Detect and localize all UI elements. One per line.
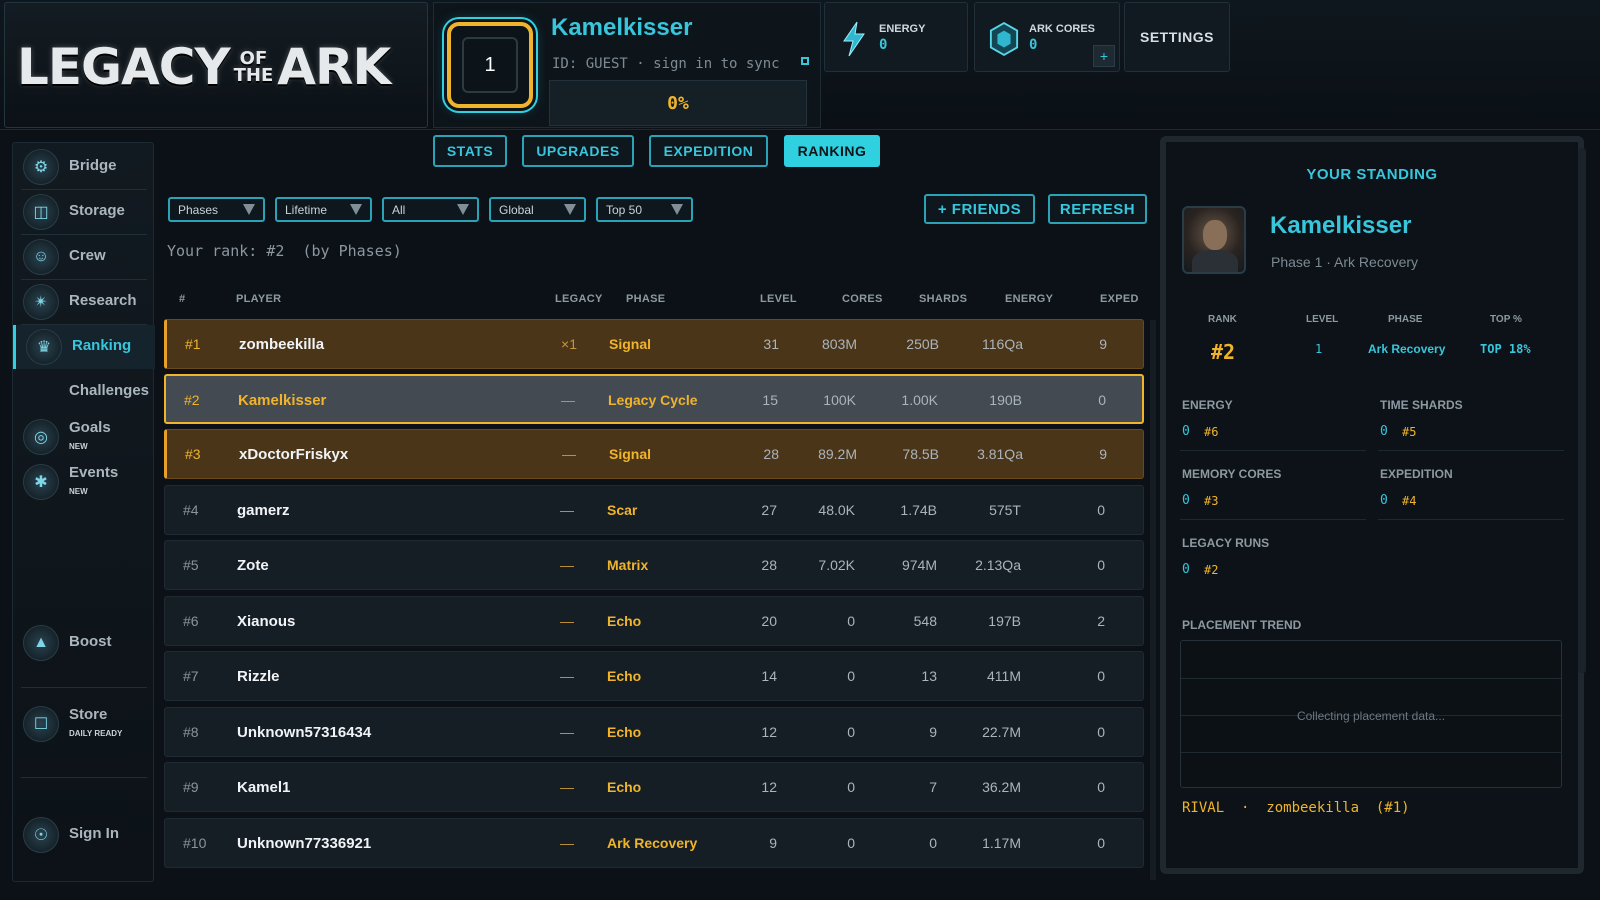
chevron-down-icon [243,204,255,215]
storage-icon: ◫ [23,194,59,230]
placement-trend-label: PLACEMENT TREND [1182,618,1302,632]
panel-scrollbar[interactable] [1578,148,1586,673]
logo-panel: LEGACY OF THE ARK [4,2,428,128]
table-row[interactable]: #8 Unknown57316434 — Echo 12 0 9 22.7M 0 [164,707,1144,757]
table-scrollbar[interactable] [1150,320,1156,880]
header-rank: # [179,293,186,305]
level-badge: 1 [447,22,533,108]
table-row[interactable]: #7 Rizzle — Echo 14 0 13 411M 0 [164,651,1144,701]
standing-subtitle: Phase 1 · Ark Recovery [1271,254,1419,270]
chevron-down-icon [457,204,469,215]
standing-phase: Ark Recovery [1368,342,1446,356]
stat-time-shards-label: TIME SHARDS [1380,398,1463,412]
rank-summary: Your rank: #2 (by Phases) [167,242,402,260]
events-icon: ✱ [23,464,59,500]
header-phase: PHASE [626,293,666,305]
table-row[interactable]: #4 gamerz — Scar 27 48.0K 1.74B 575T 0 [164,485,1144,535]
research-icon: ✴ [23,284,59,320]
sidebar-item-ranking[interactable]: ♛ Ranking [13,325,155,369]
chevron-down-icon [564,204,576,215]
refresh-button[interactable]: REFRESH [1048,194,1147,224]
sidebar-item-storage[interactable]: ◫ Storage [13,190,155,234]
table-row[interactable]: #5 Zote — Matrix 28 7.02K 974M 2.13Qa 0 [164,540,1144,590]
tab-expedition[interactable]: EXPEDITION [649,135,768,167]
level-number: 1 [462,37,518,93]
placement-trend-chart: Collecting placement data... [1180,640,1562,788]
sidebar-item-bridge[interactable]: ⚙ Bridge [13,145,155,189]
sidebar-item-store[interactable]: ☐ Store DAILY READY [13,702,155,746]
stat-energy-label: ENERGY [1182,398,1233,412]
lightning-icon [839,21,869,57]
boost-icon: ▲ [23,625,59,661]
ranking-icon: ♛ [26,329,62,365]
filter-metric-select[interactable]: Phases [168,197,265,222]
sign-in-icon: ☉ [23,817,59,853]
filter-region-select[interactable]: Global [489,197,586,222]
sidebar-item-events[interactable]: ✱ Events NEW [13,460,155,504]
stat-legacy-runs-label: LEGACY RUNS [1182,536,1270,550]
standing-top-percent: TOP 18% [1480,342,1531,356]
rival-info: RIVAL · zombeekilla (#1) [1182,800,1410,816]
table-row[interactable]: #10 Unknown77336921 — Ark Recovery 9 0 0… [164,818,1144,868]
game-logo: LEGACY OF THE ARK [17,38,391,96]
filter-scope-select[interactable]: All [382,197,479,222]
standing-player-name: Kamelkisser [1270,212,1412,239]
energy-resource: ENERGY 0 [824,2,968,72]
add-friends-button[interactable]: + FRIENDS [924,194,1035,224]
chevron-down-icon [350,204,362,215]
trend-placeholder-text: Collecting placement data... [1296,709,1446,723]
top-bar: LEGACY OF THE ARK 1 Kamelkisser ID: GUEST… [0,0,1600,130]
header-player: PLAYER [236,293,282,305]
add-cores-button[interactable]: + [1093,45,1115,67]
filter-limit-select[interactable]: Top 50 [596,197,693,222]
header-shards: SHARDS [919,293,968,305]
panel-title: YOUR STANDING [1306,166,1438,183]
filter-period-select[interactable]: Lifetime [275,197,372,222]
tab-stats[interactable]: STATS [433,135,507,167]
sidebar-item-sign-in[interactable]: ☉ Sign In [13,813,155,857]
ark-cores-resource: ARK CORES 0 + [974,2,1120,72]
table-row[interactable]: #6 Xianous — Echo 20 0 548 197B 2 [164,596,1144,646]
sidebar-item-boost[interactable]: ▲ Boost [13,621,155,665]
table-row-self[interactable]: #2 Kamelkisser — Legacy Cycle 15 100K 1.… [164,374,1144,424]
tab-ranking[interactable]: RANKING [784,135,880,167]
table-row[interactable]: #9 Kamel1 — Echo 12 0 7 36.2M 0 [164,762,1144,812]
header-level: LEVEL [760,293,797,305]
store-icon: ☐ [23,706,59,742]
table-row[interactable]: #3 xDoctorFriskyx — Signal 28 89.2M 78.5… [164,429,1144,479]
stat-expedition-label: EXPEDITION [1380,467,1453,481]
crew-icon: ☺ [23,239,59,275]
sidebar-item-challenges[interactable]: Challenges [13,370,155,414]
bridge-icon: ⚙ [23,149,59,185]
table-row[interactable]: #1 zombeekilla ×1 Signal 31 803M 250B 11… [164,319,1144,369]
sidebar: ⚙ Bridge ◫ Storage ☺ Crew ✴ Research ♛ R… [12,142,155,882]
sidebar-item-goals[interactable]: ◎ Goals NEW [13,415,155,459]
header-exped: EXPED [1100,293,1139,305]
sidebar-item-crew[interactable]: ☺ Crew [13,235,155,279]
sync-indicator-icon[interactable] [801,57,809,65]
header-energy: ENERGY [1005,293,1054,305]
header-legacy: LEGACY [555,293,603,305]
standing-panel: YOUR STANDING Kamelkisser Phase 1 · Ark … [1160,136,1584,874]
phase-progress-bar: 0% [549,80,807,126]
standing-level: 1 [1315,342,1323,356]
settings-button[interactable]: SETTINGS [1124,2,1230,72]
chevron-down-icon [671,204,683,215]
tab-upgrades[interactable]: UPGRADES [522,135,634,167]
sidebar-item-research[interactable]: ✴ Research [13,280,155,324]
stat-memory-cores-label: MEMORY CORES [1182,467,1282,481]
player-name: Kamelkisser [551,14,693,41]
player-id: ID: GUEST · sign in to sync [552,56,780,72]
header-cores: CORES [842,293,883,305]
standing-rank: #2 [1211,340,1236,364]
avatar [1182,206,1246,274]
hexagon-core-icon [989,21,1019,57]
goals-icon: ◎ [23,419,59,455]
leaderboard-table: # PLAYER LEGACY PHASE LEVEL CORES SHARDS… [160,286,1148,900]
